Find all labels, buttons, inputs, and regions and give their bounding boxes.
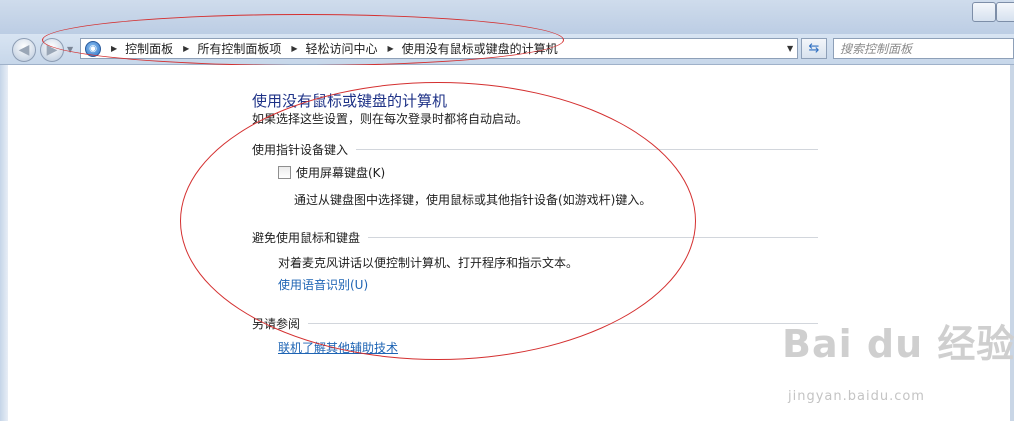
section-heading-see-also: 另请参阅 — [252, 315, 818, 332]
watermark-url: jingyan.baidu.com — [788, 389, 925, 404]
on-screen-keyboard-description: 通过从键盘图中选择键，使用鼠标或其他指针设备(如游戏杆)键入。 — [294, 193, 652, 207]
breadcrumb-control-panel[interactable]: 控制面板 — [125, 40, 173, 57]
breadcrumb-current-page[interactable]: 使用没有鼠标或键盘的计算机 — [402, 40, 558, 57]
section-heading-text: 使用指针设备键入 — [252, 143, 349, 157]
section-heading-text: 另请参阅 — [252, 317, 301, 331]
breadcrumb-separator-icon[interactable]: ▶ — [183, 44, 189, 53]
section-heading-pointer-typing: 使用指针设备键入 — [252, 141, 818, 158]
window-left-edge — [0, 65, 8, 421]
control-panel-icon: ◉ — [85, 40, 101, 57]
forward-button[interactable]: ▶ — [40, 38, 64, 62]
breadcrumb-all-items[interactable]: 所有控制面板项 — [197, 40, 281, 57]
section-heading-text: 避免使用鼠标和键盘 — [252, 231, 361, 245]
on-screen-keyboard-label[interactable]: 使用屏幕键盘(K) — [296, 164, 385, 181]
assistive-technology-link[interactable]: 联机了解其他辅助技术 — [278, 339, 398, 356]
search-input[interactable] — [833, 38, 1014, 59]
page-subtitle: 如果选择这些设置，则在每次登录时都将自动启动。 — [252, 112, 529, 126]
section-divider — [368, 237, 818, 238]
page-title: 使用没有鼠标或键盘的计算机 — [252, 92, 448, 110]
on-screen-keyboard-checkbox[interactable] — [278, 166, 291, 179]
forward-arrow-icon: ▶ — [46, 42, 58, 58]
speech-recognition-link[interactable]: 使用语音识别(U) — [278, 276, 368, 293]
back-arrow-icon: ◀ — [18, 42, 30, 58]
section-heading-avoid-mouse-keyboard: 避免使用鼠标和键盘 — [252, 229, 818, 246]
maximize-button[interactable] — [972, 2, 996, 22]
window-title-bar — [0, 0, 1014, 34]
section-divider — [308, 323, 818, 324]
address-history-chevron-icon[interactable]: ▼ — [787, 44, 793, 53]
section-divider — [356, 149, 818, 150]
breadcrumb-separator-icon[interactable]: ▶ — [111, 44, 117, 53]
back-button[interactable]: ◀ — [12, 38, 36, 62]
watermark-logo: Bai du 经验 — [782, 322, 1014, 366]
speech-recognition-description: 对着麦克风讲话以便控制计算机、打开程序和指示文本。 — [278, 256, 579, 270]
breadcrumb-separator-icon[interactable]: ▶ — [388, 44, 394, 53]
close-button[interactable] — [996, 2, 1014, 22]
recent-pages-chevron-icon[interactable]: ▼ — [67, 45, 73, 54]
breadcrumb-ease-of-access[interactable]: 轻松访问中心 — [306, 40, 378, 57]
refresh-button[interactable]: ⇆ — [801, 38, 827, 59]
address-bar[interactable]: ◉ ▶ 控制面板 ▶ 所有控制面板项 ▶ 轻松访问中心 ▶ 使用没有鼠标或键盘的… — [80, 38, 798, 59]
breadcrumb-separator-icon[interactable]: ▶ — [291, 44, 297, 53]
refresh-icon: ⇆ — [808, 41, 820, 56]
